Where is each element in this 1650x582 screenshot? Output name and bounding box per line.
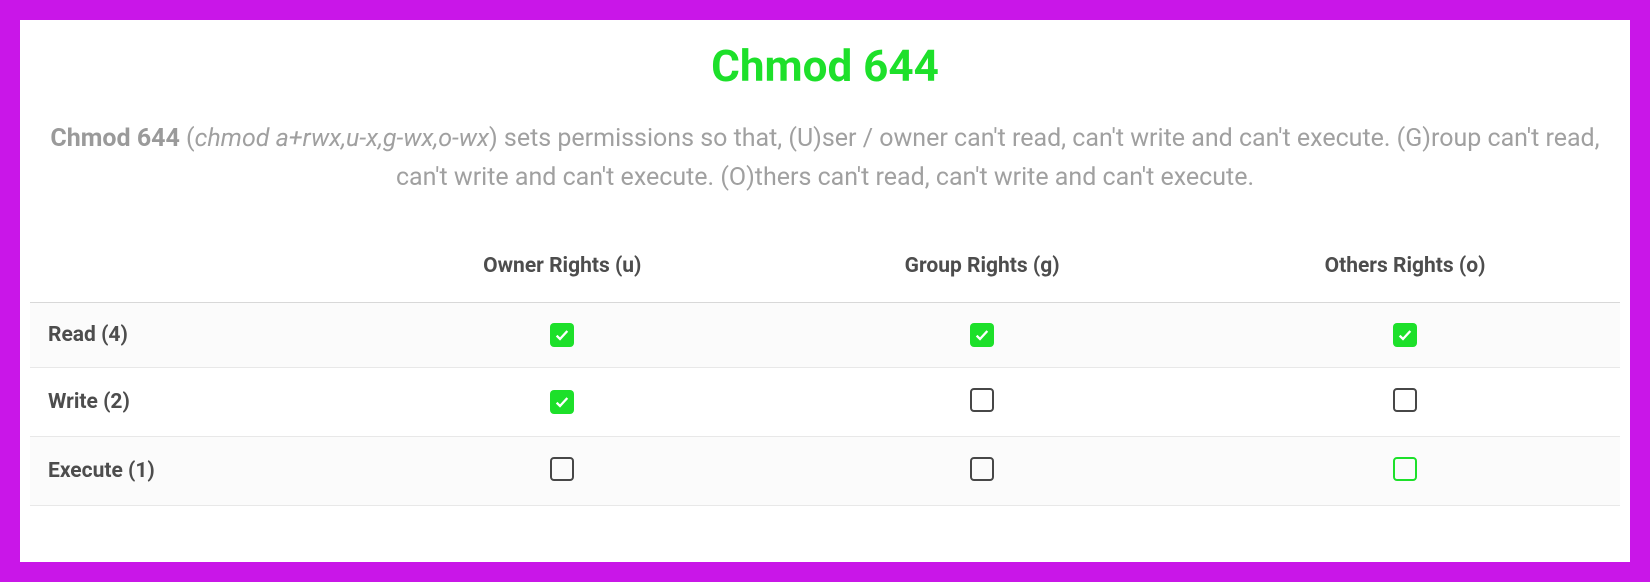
checkbox-unchecked[interactable] bbox=[970, 457, 994, 481]
description-italic: chmod a+rwx,u-x,g-wx,o-wx bbox=[195, 124, 489, 153]
cell-others bbox=[1190, 367, 1620, 436]
cell-others bbox=[1190, 436, 1620, 505]
checkbox-checked[interactable] bbox=[970, 323, 994, 347]
table-row: Write (2) bbox=[30, 367, 1620, 436]
table-row: Read (4) bbox=[30, 302, 1620, 367]
checkbox-checked[interactable] bbox=[1393, 323, 1417, 347]
permissions-table: Owner Rights (u) Group Rights (g) Others… bbox=[30, 238, 1620, 506]
header-others: Others Rights (o) bbox=[1190, 238, 1620, 303]
cell-group bbox=[774, 367, 1190, 436]
checkbox-unchecked[interactable] bbox=[970, 388, 994, 412]
cell-others bbox=[1190, 302, 1620, 367]
check-icon bbox=[1397, 327, 1413, 343]
header-group: Group Rights (g) bbox=[774, 238, 1190, 303]
description-text: Chmod 644 (chmod a+rwx,u-x,g-wx,o-wx) se… bbox=[30, 120, 1620, 198]
check-icon bbox=[554, 327, 570, 343]
table-header-row: Owner Rights (u) Group Rights (g) Others… bbox=[30, 238, 1620, 303]
description-paren-open: ( bbox=[180, 124, 195, 153]
cell-group bbox=[774, 302, 1190, 367]
description-rest: ) sets permissions so that, (U)ser / own… bbox=[396, 124, 1600, 192]
cell-group bbox=[774, 436, 1190, 505]
header-empty bbox=[30, 238, 350, 303]
description-bold: Chmod 644 bbox=[50, 124, 179, 153]
cell-owner bbox=[350, 436, 774, 505]
cell-owner bbox=[350, 302, 774, 367]
checkbox-checked[interactable] bbox=[550, 323, 574, 347]
checkbox-unchecked[interactable] bbox=[1393, 457, 1417, 481]
header-owner: Owner Rights (u) bbox=[350, 238, 774, 303]
cell-owner bbox=[350, 367, 774, 436]
checkbox-checked[interactable] bbox=[550, 390, 574, 414]
page-title: Chmod 644 bbox=[30, 40, 1620, 92]
check-icon bbox=[554, 394, 570, 410]
check-icon bbox=[974, 327, 990, 343]
table-body: Read (4)Write (2)Execute (1) bbox=[30, 302, 1620, 505]
table-row: Execute (1) bbox=[30, 436, 1620, 505]
checkbox-unchecked[interactable] bbox=[1393, 388, 1417, 412]
row-label: Execute (1) bbox=[30, 436, 350, 505]
row-label: Read (4) bbox=[30, 302, 350, 367]
row-label: Write (2) bbox=[30, 367, 350, 436]
chmod-card: Chmod 644 Chmod 644 (chmod a+rwx,u-x,g-w… bbox=[20, 20, 1630, 562]
checkbox-unchecked[interactable] bbox=[550, 457, 574, 481]
